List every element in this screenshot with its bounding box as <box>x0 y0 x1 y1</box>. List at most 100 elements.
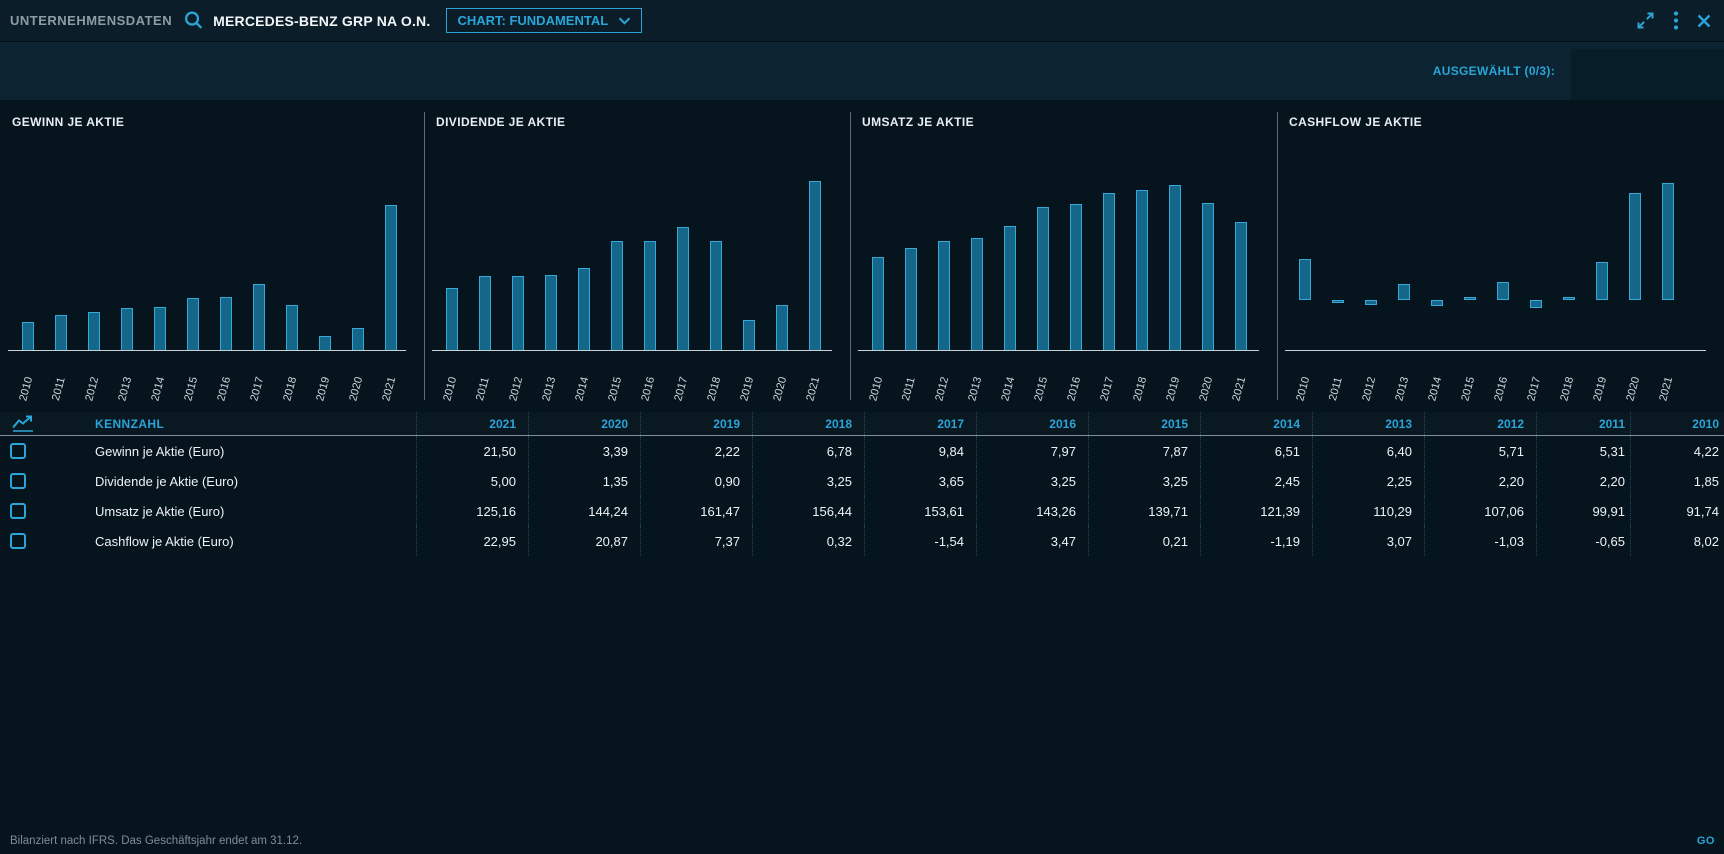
checkbox[interactable] <box>10 503 26 519</box>
line-chart-icon[interactable] <box>0 415 60 432</box>
x-label-2019: 2019 <box>1591 376 1609 403</box>
value-cell: -1,19 <box>1200 526 1312 556</box>
x-label-2016: 2016 <box>639 376 657 403</box>
value-cell: 20,87 <box>528 526 640 556</box>
kebab-menu-icon[interactable] <box>1673 10 1679 31</box>
chart-plot <box>424 134 850 351</box>
bar-2018 <box>1563 297 1575 300</box>
chart-type-dropdown-label: CHART: FUNDAMENTAL <box>457 13 608 28</box>
year-header-2012: 2012 <box>1424 412 1536 435</box>
value-cell: 6,78 <box>752 436 864 466</box>
chart-type-dropdown[interactable]: CHART: FUNDAMENTAL <box>446 8 642 33</box>
bar-2010 <box>872 257 884 351</box>
row-checkbox-cell <box>0 533 60 549</box>
go-logo[interactable]: GO <box>1697 835 1715 847</box>
expand-icon[interactable] <box>1635 10 1656 31</box>
value-cell: 3,07 <box>1312 526 1424 556</box>
bar-2014 <box>154 307 166 351</box>
x-label-2014: 2014 <box>149 376 167 403</box>
value-cell: 121,39 <box>1200 496 1312 526</box>
x-label-2012: 2012 <box>507 376 525 403</box>
value-cell: 22,95 <box>416 526 528 556</box>
bar-2018 <box>1136 190 1148 351</box>
metric-label: Umsatz je Aktie (Euro) <box>60 504 416 519</box>
value-cell: 3,25 <box>752 466 864 496</box>
year-header-2016: 2016 <box>976 412 1088 435</box>
bar-2015 <box>1037 207 1049 351</box>
search-icon[interactable] <box>182 9 205 32</box>
bar-2012 <box>512 276 524 351</box>
bar-2013 <box>121 308 133 351</box>
bar-2010 <box>22 322 34 351</box>
x-label-2020: 2020 <box>1197 376 1215 403</box>
checkbox[interactable] <box>10 533 26 549</box>
bar-2017 <box>677 227 689 351</box>
x-label-2019: 2019 <box>738 376 756 403</box>
table-row-3: Umsatz je Aktie (Euro)125,16144,24161,47… <box>0 496 1724 526</box>
topbar: UNTERNEHMENSDATEN MERCEDES-BENZ GRP NA O… <box>0 0 1724 42</box>
x-label-2011: 2011 <box>1327 376 1345 402</box>
x-label-2021: 2021 <box>380 376 398 403</box>
x-label-2018: 2018 <box>1558 376 1576 403</box>
value-cell: 7,97 <box>976 436 1088 466</box>
selection-slot <box>1571 49 1724 100</box>
x-label-2019: 2019 <box>314 376 332 403</box>
bar-2010 <box>1299 259 1311 300</box>
chart-panel-4: CASHFLOW JE AKTIE20102011201220132014201… <box>1277 100 1724 408</box>
bar-2019 <box>1596 262 1608 300</box>
bar-2021 <box>809 181 821 351</box>
bar-2012 <box>1365 300 1377 305</box>
value-cell: 2,20 <box>1536 466 1630 496</box>
x-label-2016: 2016 <box>215 376 233 403</box>
chart-plot <box>0 134 424 351</box>
bar-2021 <box>385 205 397 351</box>
app-title: UNTERNEHMENSDATEN <box>10 13 172 28</box>
x-label-2015: 2015 <box>1032 376 1050 403</box>
security-title[interactable]: MERCEDES-BENZ GRP NA O.N. <box>213 13 430 29</box>
value-cell: -0,65 <box>1536 526 1630 556</box>
bar-2017 <box>253 284 265 351</box>
x-label-2013: 2013 <box>966 376 984 403</box>
bar-2021 <box>1235 222 1247 351</box>
bar-2014 <box>578 268 590 351</box>
value-cell: 3,65 <box>864 466 976 496</box>
checkbox[interactable] <box>10 473 26 489</box>
x-label-2012: 2012 <box>83 376 101 403</box>
bar-2013 <box>1398 284 1410 300</box>
bar-2013 <box>545 275 557 351</box>
value-cell: 4,22 <box>1630 436 1724 466</box>
value-cell: 6,51 <box>1200 436 1312 466</box>
footer-note: Bilanziert nach IFRS. Das Geschäftsjahr … <box>10 835 302 847</box>
bar-2015 <box>1464 297 1476 300</box>
bar-2021 <box>1662 183 1674 300</box>
bar-2019 <box>1169 185 1181 351</box>
value-cell: 9,84 <box>864 436 976 466</box>
value-cell: 91,74 <box>1630 496 1724 526</box>
value-cell: 99,91 <box>1536 496 1630 526</box>
x-label-2014: 2014 <box>999 376 1017 403</box>
bar-2019 <box>319 336 331 351</box>
x-label-2012: 2012 <box>1360 376 1378 403</box>
checkbox[interactable] <box>10 443 26 459</box>
x-label-2021: 2021 <box>1230 376 1248 403</box>
chart-title: CASHFLOW JE AKTIE <box>1289 115 1724 131</box>
bar-2016 <box>644 241 656 351</box>
bar-2016 <box>220 297 232 351</box>
bar-2010 <box>446 288 458 351</box>
bar-2016 <box>1070 204 1082 351</box>
x-label-2017: 2017 <box>248 376 266 403</box>
app-window: UNTERNEHMENSDATEN MERCEDES-BENZ GRP NA O… <box>0 0 1724 854</box>
chart-title: UMSATZ JE AKTIE <box>862 115 1277 131</box>
close-icon[interactable] <box>1696 13 1712 29</box>
x-label-2010: 2010 <box>1294 376 1312 403</box>
year-header-2013: 2013 <box>1312 412 1424 435</box>
table-row-4: Cashflow je Aktie (Euro)22,9520,877,370,… <box>0 526 1724 556</box>
x-label-2017: 2017 <box>1525 376 1543 403</box>
table-row-2: Dividende je Aktie (Euro)5,001,350,903,2… <box>0 466 1724 496</box>
value-cell: 5,00 <box>416 466 528 496</box>
x-label-2015: 2015 <box>182 376 200 403</box>
bar-2019 <box>743 320 755 351</box>
value-cell: 0,21 <box>1088 526 1200 556</box>
charts-section: GEWINN JE AKTIE2010201120122013201420152… <box>0 100 1724 408</box>
bar-2011 <box>905 248 917 351</box>
